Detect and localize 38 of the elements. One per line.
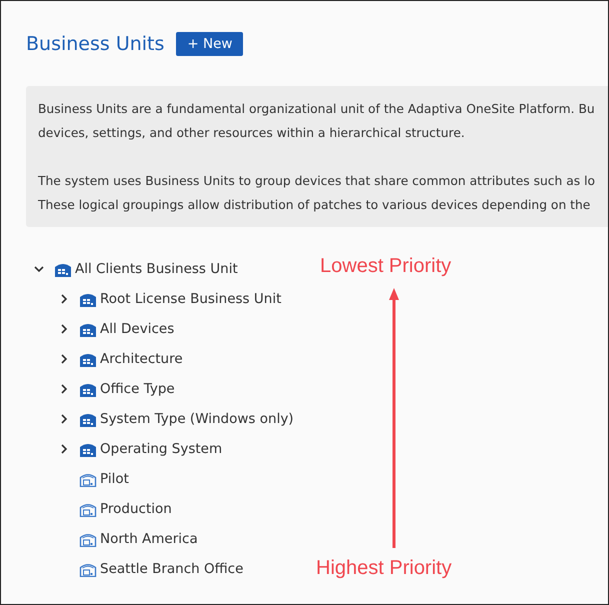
chevron-down-icon[interactable] — [34, 264, 44, 274]
building-outline-icon — [79, 531, 97, 547]
info-text: Business Units are a fundamental organizational unit of the Adaptiva OneSite Platform. Bu — [38, 101, 595, 118]
tree-item[interactable]: System Type (Windows only) — [100, 411, 294, 427]
info-text: These logical groupings allow distribution of patches to various devices depending on the — [38, 197, 590, 214]
tree-item[interactable]: All Clients Business Unit — [75, 261, 238, 277]
annotation-label: Lowest Priority — [320, 255, 452, 278]
arrow-icon — [388, 288, 400, 548]
chevron-right-icon[interactable] — [59, 444, 69, 454]
tree-item[interactable]: Seattle Branch Office — [100, 561, 244, 577]
chevron-right-icon[interactable] — [59, 324, 69, 334]
tree-item[interactable]: All Devices — [100, 321, 174, 337]
building-outline-icon — [79, 471, 97, 487]
chevron-right-icon[interactable] — [59, 384, 69, 394]
page-title: Business Units — [26, 33, 164, 55]
chevron-right-icon[interactable] — [59, 294, 69, 304]
tree-item[interactable]: North America — [100, 531, 198, 547]
building-icon — [54, 261, 72, 277]
info-text: The system uses Business Units to group devices that share common attributes such as lo — [38, 173, 596, 190]
building-outline-icon — [79, 501, 97, 517]
tree-item[interactable]: Pilot — [100, 471, 129, 487]
tree-item[interactable]: Office Type — [100, 381, 175, 397]
building-icon — [79, 351, 97, 367]
new-button[interactable]: + New — [176, 32, 244, 56]
tree-item[interactable]: Architecture — [100, 351, 183, 367]
chevron-right-icon[interactable] — [59, 354, 69, 364]
building-icon — [79, 291, 97, 307]
building-outline-icon — [79, 561, 97, 577]
tree-item[interactable]: Production — [100, 501, 172, 517]
annotation-label: Highest Priority — [316, 557, 452, 580]
building-icon — [79, 411, 97, 427]
tree-item[interactable]: Operating System — [100, 441, 222, 457]
tree-item[interactable]: Root License Business Unit — [100, 291, 282, 307]
building-icon — [79, 381, 97, 397]
info-text: devices, settings, and other resources within a hierarchical structure. — [38, 125, 465, 142]
chevron-right-icon[interactable] — [59, 414, 69, 424]
building-icon — [79, 321, 97, 337]
building-icon — [79, 441, 97, 457]
